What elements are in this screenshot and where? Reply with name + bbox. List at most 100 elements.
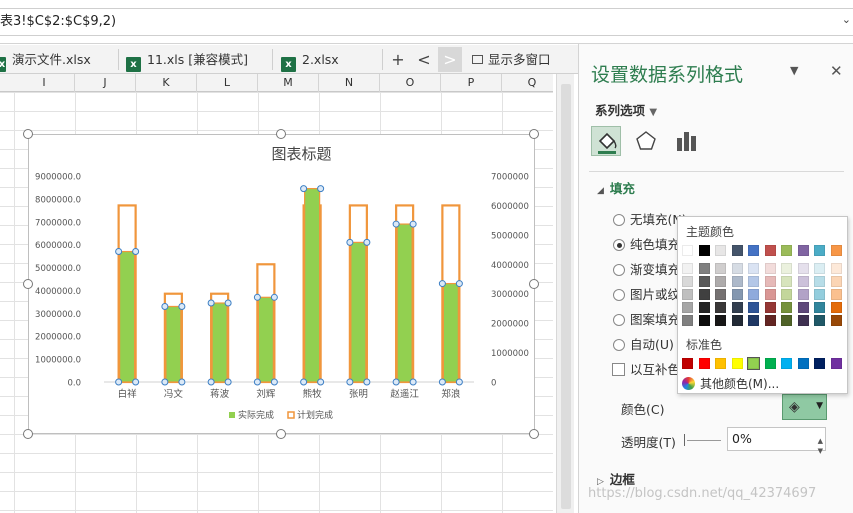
theme-shade-swatch[interactable]	[748, 276, 759, 287]
series-point-handle[interactable]	[115, 378, 123, 386]
series-point-handle[interactable]	[438, 280, 446, 288]
theme-shade-swatch[interactable]	[764, 289, 776, 300]
series-point-handle[interactable]	[317, 185, 325, 193]
theme-shade-swatch[interactable]	[797, 315, 809, 326]
series-point-handle[interactable]	[207, 378, 215, 386]
file-tab-3[interactable]: x 2.xlsx	[281, 45, 339, 74]
theme-shade-swatch[interactable]	[814, 276, 825, 287]
fill-line-tab[interactable]	[591, 126, 621, 156]
series-point-handle[interactable]	[300, 185, 308, 193]
column-header[interactable]: Q	[502, 74, 563, 92]
theme-shade-swatch[interactable]	[830, 263, 842, 274]
standard-color-swatch[interactable]	[731, 358, 743, 369]
actual-bar[interactable]	[304, 187, 321, 383]
fill-option-auto[interactable]: 自动(U)	[613, 334, 674, 353]
theme-shade-swatch[interactable]	[715, 315, 726, 326]
series-point-handle[interactable]	[346, 238, 354, 246]
fill-color-button[interactable]: ◈ ▼	[782, 394, 827, 420]
theme-shade-swatch[interactable]	[830, 276, 842, 287]
theme-shade-swatch[interactable]	[748, 289, 759, 300]
theme-shade-swatch[interactable]	[715, 302, 726, 313]
transparency-input[interactable]: 0% ▲ ▼	[727, 427, 826, 455]
series-point-handle[interactable]	[438, 378, 446, 386]
theme-color-swatch[interactable]	[682, 245, 693, 256]
theme-shade-swatch[interactable]	[698, 302, 710, 313]
resize-handle[interactable]	[276, 429, 286, 439]
theme-shade-swatch[interactable]	[814, 289, 825, 300]
formula-expand-icon[interactable]: ⌄	[842, 13, 851, 26]
radio-button[interactable]	[613, 314, 625, 326]
resize-handle[interactable]	[529, 279, 539, 289]
effects-tab[interactable]	[631, 126, 661, 156]
series-options-dropdown[interactable]: 系列选项 ▼	[595, 100, 657, 119]
column-header[interactable]: I	[14, 74, 75, 92]
column-header[interactable]: O	[380, 74, 441, 92]
spin-down-icon[interactable]: ▼	[818, 440, 823, 462]
more-colors-item[interactable]: 其他颜色(M)...	[682, 375, 779, 392]
series-point-handle[interactable]	[455, 378, 463, 386]
theme-shade-swatch[interactable]	[814, 315, 825, 326]
actual-bar[interactable]	[119, 250, 136, 383]
close-icon[interactable]: ✕	[830, 62, 843, 80]
theme-shade-swatch[interactable]	[830, 289, 842, 300]
fill-option-picture[interactable]: 图片或纹	[613, 284, 680, 303]
legend-swatch-plan[interactable]	[287, 411, 295, 419]
series-point-handle[interactable]	[161, 378, 169, 386]
legend-swatch-actual[interactable]	[229, 412, 235, 418]
fill-option-pattern[interactable]: 图案填充	[613, 309, 680, 328]
theme-shade-swatch[interactable]	[715, 263, 726, 274]
series-point-handle[interactable]	[392, 378, 400, 386]
series-point-handle[interactable]	[392, 220, 400, 228]
standard-color-swatch[interactable]	[814, 358, 825, 369]
standard-color-swatch[interactable]	[698, 358, 710, 369]
standard-color-swatch[interactable]	[781, 358, 792, 369]
standard-color-swatch[interactable]	[764, 358, 776, 369]
standard-color-swatch[interactable]	[797, 358, 809, 369]
theme-shade-swatch[interactable]	[781, 315, 792, 326]
series-point-handle[interactable]	[253, 378, 261, 386]
radio-button[interactable]	[613, 339, 625, 351]
theme-shade-swatch[interactable]	[764, 276, 776, 287]
series-point-handle[interactable]	[224, 378, 232, 386]
theme-shade-swatch[interactable]	[797, 289, 809, 300]
fill-option-solid[interactable]: 纯色填充	[613, 234, 680, 253]
actual-bar[interactable]	[165, 305, 182, 383]
series-point-handle[interactable]	[363, 238, 371, 246]
combo-chart[interactable]: 图表标题 9000000.0 8000000.0 7000000.0 6000000.0…	[29, 135, 536, 435]
actual-bar[interactable]	[257, 296, 274, 383]
series-point-handle[interactable]	[178, 302, 186, 310]
theme-shade-swatch[interactable]	[797, 302, 809, 313]
theme-shade-swatch[interactable]	[698, 276, 710, 287]
theme-shade-swatch[interactable]	[731, 315, 743, 326]
fill-option-none[interactable]: 无填充(N)	[613, 209, 687, 228]
vertical-scrollbar[interactable]	[556, 74, 574, 513]
series-point-handle[interactable]	[346, 378, 354, 386]
theme-shade-swatch[interactable]	[682, 263, 693, 274]
fill-section-header[interactable]: ◢ 填充	[597, 178, 635, 197]
theme-color-swatch[interactable]	[764, 245, 776, 256]
theme-shade-swatch[interactable]	[797, 276, 809, 287]
theme-color-swatch[interactable]	[698, 245, 710, 256]
series-point-handle[interactable]	[132, 378, 140, 386]
theme-shade-swatch[interactable]	[731, 289, 743, 300]
radio-button[interactable]	[613, 239, 625, 251]
file-tab-2[interactable]: x 11.xls [兼容模式]	[126, 45, 248, 74]
theme-shade-swatch[interactable]	[797, 263, 809, 274]
resize-handle[interactable]	[276, 129, 286, 139]
checkbox[interactable]	[612, 363, 625, 376]
radio-button[interactable]	[613, 214, 625, 226]
series-point-handle[interactable]	[409, 220, 417, 228]
series-point-handle[interactable]	[409, 378, 417, 386]
prev-tab-button[interactable]: <	[412, 47, 436, 72]
theme-color-swatch[interactable]	[731, 245, 743, 256]
resize-handle[interactable]	[23, 429, 33, 439]
formula-input[interactable]: 表3!$C$2:$C$9,2)	[0, 8, 853, 36]
theme-color-swatch[interactable]	[781, 245, 792, 256]
theme-shade-swatch[interactable]	[748, 263, 759, 274]
standard-color-swatch[interactable]	[715, 358, 726, 369]
transparency-slider[interactable]	[687, 440, 721, 441]
theme-shade-swatch[interactable]	[748, 315, 759, 326]
column-header[interactable]: L	[197, 74, 258, 92]
theme-color-swatch[interactable]	[830, 245, 842, 256]
file-tab-1[interactable]: x 演示文件.xlsx	[0, 45, 91, 74]
